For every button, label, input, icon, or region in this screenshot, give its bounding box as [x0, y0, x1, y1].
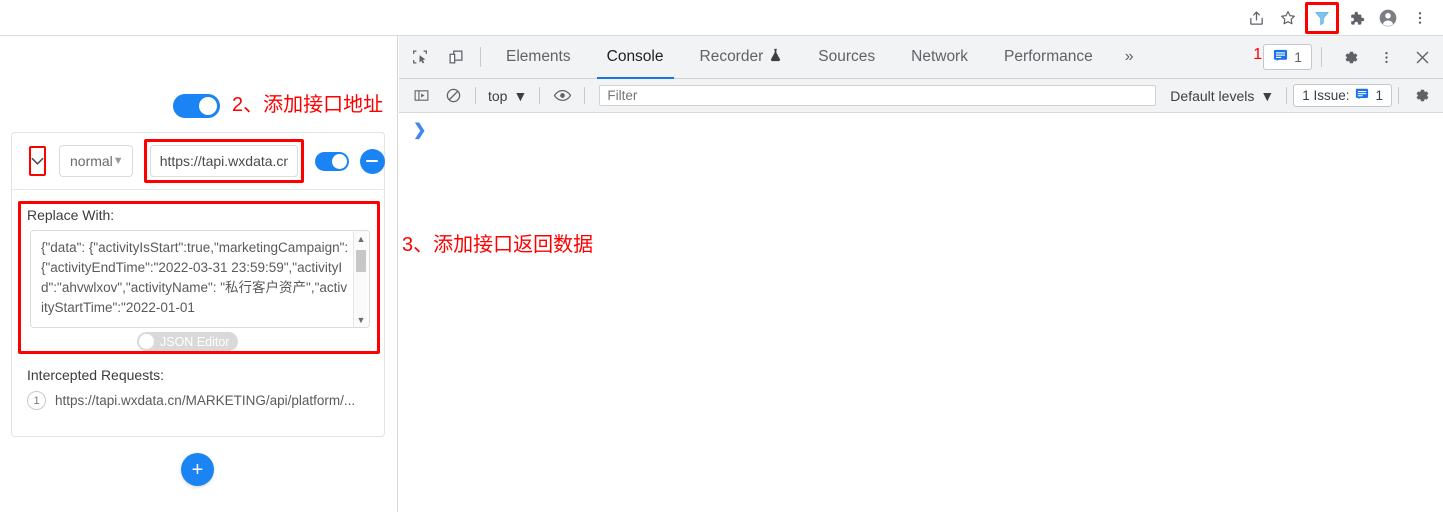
issues-summary-button[interactable]: 1 Issue: 1	[1293, 84, 1392, 107]
intercepted-count-badge: 1	[27, 391, 46, 410]
toggle-knob	[199, 97, 217, 115]
rule-url-input[interactable]	[149, 145, 298, 177]
chevron-down-icon: ▼	[1260, 87, 1275, 104]
issues-label: 1 Issue:	[1302, 88, 1350, 103]
console-output-area[interactable]: ❯ 3、添加接口返回数据	[399, 113, 1443, 512]
global-enable-toggle[interactable]	[173, 94, 220, 118]
issues-message-icon	[1273, 48, 1288, 66]
inspect-element-icon[interactable]	[405, 42, 435, 72]
settings-gear-icon[interactable]	[1408, 83, 1434, 109]
rule-header-row: normal ▼	[12, 133, 385, 190]
scroll-down-icon[interactable]: ▼	[354, 313, 368, 326]
more-vertical-icon[interactable]	[1371, 42, 1401, 72]
bookmark-star-icon[interactable]	[1273, 3, 1303, 33]
extension-popup-panel: 2、添加接口地址 normal ▼ https://tapi.wxdata.cn…	[0, 36, 398, 512]
settings-gear-icon[interactable]	[1335, 42, 1365, 72]
chevron-down-icon[interactable]	[29, 146, 46, 176]
console-filter-input[interactable]	[599, 85, 1157, 106]
json-editor-label: JSON Editor	[160, 334, 230, 349]
rule-mode-value: normal	[70, 153, 113, 169]
replace-body-textarea[interactable]: {"data": {"activityIsStart":true,"market…	[30, 230, 370, 328]
execution-context-value: top	[488, 87, 508, 104]
chevron-down-icon: ▼	[513, 87, 528, 104]
devtools-panel: Elements Console Recorder Sources Networ…	[399, 36, 1443, 512]
intercepted-request-item[interactable]: 1 https://tapi.wxdata.cn/MARKETING/api/p…	[27, 391, 355, 410]
replace-with-label: Replace With:	[27, 207, 115, 223]
tab-recorder[interactable]: Recorder	[682, 36, 801, 79]
tab-sources[interactable]: Sources	[800, 36, 893, 79]
minus-icon	[366, 159, 379, 163]
execution-context-select[interactable]: top ▼	[482, 88, 533, 104]
toolbar-divider	[584, 87, 586, 104]
more-tabs-icon[interactable]: »	[1111, 36, 1148, 79]
close-icon[interactable]	[1407, 42, 1437, 72]
browser-action-icons	[1241, 0, 1435, 36]
tab-label: Recorder	[699, 48, 764, 65]
issues-count: 1	[1375, 88, 1383, 103]
issues-counter-chip[interactable]: 1	[1263, 44, 1312, 70]
scroll-up-icon[interactable]: ▲	[354, 232, 368, 245]
remove-rule-button[interactable]	[359, 148, 385, 174]
toolbar-divider	[1286, 87, 1288, 104]
replace-body-scrollbar[interactable]: ▲ ▼	[353, 231, 367, 327]
flask-icon	[769, 48, 782, 67]
issues-message-icon	[1355, 87, 1369, 104]
annotation-step-3: 3、添加接口返回数据	[402, 234, 594, 256]
clear-console-icon[interactable]	[440, 83, 466, 109]
screen-root: 2、添加接口地址 normal ▼ https://tapi.wxdata.cn…	[0, 0, 1443, 512]
profile-avatar-icon[interactable]	[1373, 3, 1403, 33]
chrome-menu-icon[interactable]	[1405, 3, 1435, 33]
console-prompt-caret: ❯	[413, 122, 427, 139]
devtools-toolbar-right: 1 1	[1253, 42, 1443, 72]
rule-enable-toggle[interactable]	[314, 151, 349, 171]
devtools-tabbar: Elements Console Recorder Sources Networ…	[399, 36, 1443, 79]
tab-performance[interactable]: Performance	[986, 36, 1111, 79]
rule-mode-select[interactable]: normal ▼	[59, 145, 133, 177]
toolbar-divider	[1398, 87, 1399, 104]
tab-label: Network	[911, 48, 968, 65]
toolbar-divider	[539, 87, 541, 104]
tab-elements[interactable]: Elements	[488, 36, 589, 79]
json-editor-toggle[interactable]: JSON Editor	[137, 332, 239, 351]
annotation-step-2: 2、添加接口地址	[232, 94, 384, 116]
share-icon[interactable]	[1241, 3, 1271, 33]
log-levels-select[interactable]: Default levels ▼	[1164, 88, 1280, 104]
console-filter-bar: top ▼ Default levels ▼ 1 Issue:	[399, 79, 1443, 113]
issues-count: 1	[1294, 49, 1302, 65]
toolbar-divider	[1321, 47, 1322, 67]
tab-label: Elements	[506, 48, 571, 65]
tab-label: Performance	[1003, 48, 1093, 65]
log-levels-value: Default levels	[1170, 87, 1255, 104]
annotation-step-1: 1	[1253, 46, 1263, 63]
chevron-down-icon: ▼	[112, 155, 124, 167]
intercepted-request-url: https://tapi.wxdata.cn/MARKETING/api/pla…	[55, 393, 356, 408]
scrollbar-thumb[interactable]	[356, 250, 366, 272]
url-input-highlight	[143, 139, 304, 183]
console-sidebar-icon[interactable]	[408, 83, 434, 109]
extensions-puzzle-icon[interactable]	[1341, 3, 1371, 33]
device-toolbar-icon[interactable]	[441, 42, 471, 72]
tab-network[interactable]: Network	[893, 36, 986, 79]
toggle-knob	[331, 153, 347, 169]
toolbar-divider	[480, 47, 481, 67]
replace-with-highlight: Replace With: {"data": {"activityIsStart…	[18, 201, 380, 354]
toggle-knob	[139, 334, 154, 349]
intercepted-requests-label: Intercepted Requests:	[27, 367, 164, 383]
add-rule-button[interactable]: +	[181, 453, 214, 486]
plus-icon: +	[191, 458, 204, 481]
tab-label: Console	[606, 48, 664, 65]
live-expression-icon[interactable]	[549, 83, 575, 109]
tab-label: Sources	[818, 48, 876, 65]
tab-console[interactable]: Console	[589, 36, 682, 79]
toolbar-divider	[475, 87, 476, 104]
interception-rule-card: normal ▼ Replace With: {"data": {"activi…	[11, 132, 385, 437]
browser-toolbar	[0, 0, 1443, 36]
filter-extension-icon[interactable]	[1305, 2, 1339, 34]
